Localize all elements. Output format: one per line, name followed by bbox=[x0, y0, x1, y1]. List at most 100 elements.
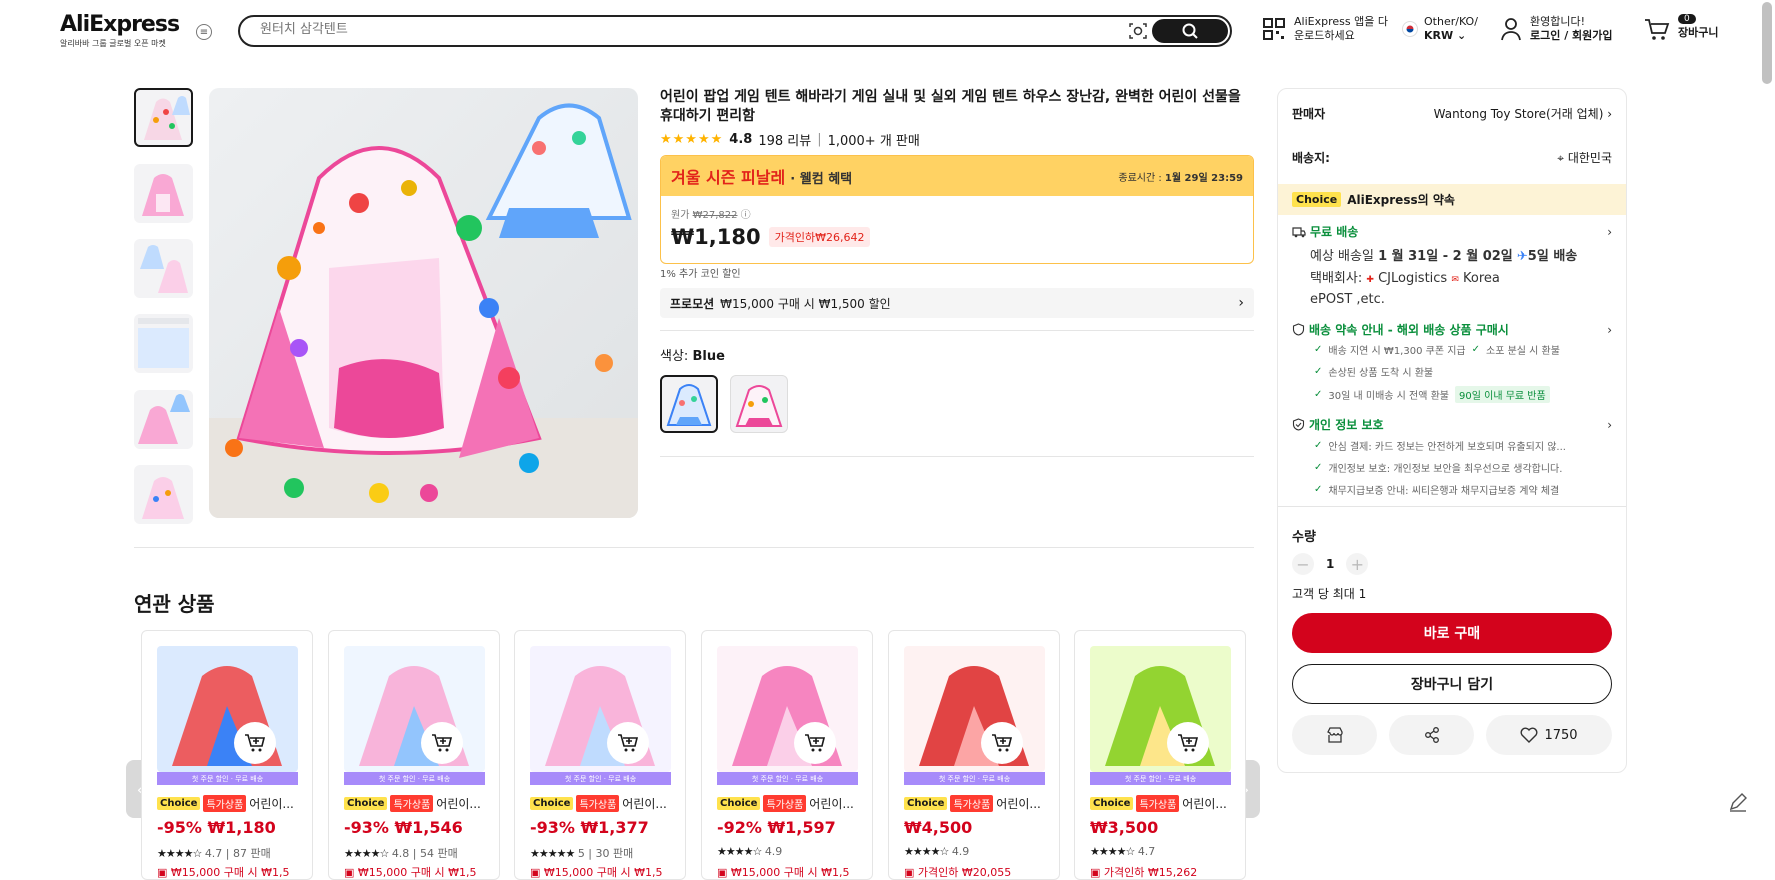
related-product-name: 어린이... bbox=[996, 797, 1041, 811]
seller-row[interactable]: 판매자 Wantong Toy Store(거래 업체) › bbox=[1292, 105, 1612, 122]
related-product-image[interactable] bbox=[530, 646, 671, 772]
first-order-strip: 첫 주문 할인 · 무료 배송 bbox=[157, 772, 298, 785]
choice-tag: Choice bbox=[1090, 797, 1134, 810]
lang-line1: Other/KO/ bbox=[1424, 15, 1478, 28]
cj-icon: ✚ bbox=[1366, 275, 1374, 285]
add-to-cart-icon[interactable] bbox=[1167, 722, 1209, 764]
promo-tag-icon: ▣ bbox=[1090, 866, 1101, 879]
search-input[interactable] bbox=[260, 22, 1140, 37]
wishlist-button[interactable]: 1750 bbox=[1486, 715, 1612, 755]
language-currency-selector[interactable]: Other/KO/KRW ⌄ bbox=[1402, 15, 1478, 43]
feedback-button[interactable] bbox=[1726, 790, 1750, 814]
decrease-button[interactable]: − bbox=[1292, 553, 1314, 575]
add-to-cart-icon[interactable] bbox=[607, 722, 649, 764]
add-to-cart-icon[interactable] bbox=[234, 722, 276, 764]
related-product-card[interactable]: 첫 주문 할인 · 무료 배송 Choice 특가상품 어린이... -92% ₩1,5… bbox=[701, 630, 873, 880]
cart-label: 장바구니 bbox=[1678, 26, 1719, 39]
free-shipping-row[interactable]: 무료 배송 › bbox=[1292, 223, 1612, 240]
quantity-limit: 고객 당 최대 1 bbox=[1292, 587, 1367, 601]
related-product-rating: ★★★★☆ 4.9 bbox=[717, 845, 783, 858]
special-deal-tag: 특가상품 bbox=[763, 795, 807, 812]
ship-to-value[interactable]: ⌖ 대한민국 bbox=[1557, 149, 1612, 166]
ship-to-row[interactable]: 배송지: ⌖ 대한민국 bbox=[1292, 149, 1612, 166]
related-product-card[interactable]: 첫 주문 할인 · 무료 배송 Choice 특가상품 어린이... ₩3,500 ★★★… bbox=[1074, 630, 1246, 880]
gallery-thumbnail[interactable] bbox=[134, 164, 193, 223]
chevron-right-icon: › bbox=[1607, 322, 1612, 337]
related-product-image[interactable] bbox=[904, 646, 1045, 772]
share-icon bbox=[1424, 727, 1439, 743]
login-link[interactable]: 로그인 / 회원가입 bbox=[1530, 29, 1613, 43]
privacy-item: ✓ 채무지급보증 안내: 씨티은행과 채무지급보증 계약 체결 bbox=[1314, 484, 1560, 497]
related-product-card[interactable]: 첫 주문 할인 · 무료 배송 Choice 특가상품 어린이... -95% ₩1,1… bbox=[141, 630, 313, 880]
related-product-image[interactable] bbox=[157, 646, 298, 772]
choice-tag: Choice bbox=[1292, 192, 1342, 207]
related-product-image[interactable] bbox=[717, 646, 858, 772]
related-product-title[interactable]: Choice 특가상품 어린이... bbox=[904, 795, 1054, 812]
promotion-row[interactable]: 프로모션 ₩15,000 구매 시 ₩1,500 할인 › bbox=[660, 288, 1254, 318]
buy-now-button[interactable]: 바로 구매 bbox=[1292, 613, 1612, 653]
store-button[interactable] bbox=[1292, 715, 1377, 755]
add-to-cart-icon[interactable] bbox=[794, 722, 836, 764]
gallery-thumbnail[interactable] bbox=[134, 314, 193, 373]
gallery-thumbnail[interactable] bbox=[134, 390, 193, 449]
related-product-card[interactable]: 첫 주문 할인 · 무료 배송 Choice 특가상품 어린이... ₩4,500 ★★★… bbox=[888, 630, 1060, 880]
related-product-image[interactable] bbox=[344, 646, 485, 772]
quantity-stepper[interactable]: − 1 + bbox=[1292, 553, 1369, 575]
share-button[interactable] bbox=[1389, 715, 1474, 755]
seller-label: 판매자 bbox=[1292, 107, 1326, 121]
related-product-title[interactable]: Choice 특가상품 어린이... bbox=[344, 795, 494, 812]
product-rating[interactable]: ★★★★★ 4.8 198 리뷰 | 1,000+ 개 판매 bbox=[660, 130, 920, 149]
related-product-price: -92% ₩1,597 bbox=[717, 818, 836, 837]
gallery-thumbnail[interactable] bbox=[134, 239, 193, 298]
account-menu[interactable]: 환영합니다! 로그인 / 회원가입 bbox=[1500, 15, 1613, 43]
related-product-promo: ▣ ₩15,000 구매 시 ₩1,5 bbox=[530, 866, 663, 879]
user-icon bbox=[1501, 18, 1521, 41]
product-main-image[interactable] bbox=[209, 88, 638, 518]
seller-name[interactable]: Wantong Toy Store(거래 업체) › bbox=[1434, 105, 1612, 122]
page-scrollbar[interactable] bbox=[1762, 2, 1772, 84]
related-product-name: 어린이... bbox=[622, 797, 667, 811]
add-to-cart-icon[interactable] bbox=[981, 722, 1023, 764]
image-search-icon[interactable] bbox=[1128, 22, 1148, 40]
promotion-label: 프로모션 bbox=[670, 296, 715, 311]
shield-check-icon bbox=[1292, 418, 1305, 431]
search-icon bbox=[1182, 23, 1198, 39]
special-deal-tag: 특가상품 bbox=[1136, 795, 1180, 812]
review-count[interactable]: 198 리뷰 bbox=[758, 130, 811, 149]
color-swatch-pink[interactable] bbox=[730, 375, 788, 433]
info-icon[interactable]: ⓘ bbox=[741, 210, 751, 221]
app-line2: 운로드하세요 bbox=[1294, 29, 1355, 42]
related-product-title[interactable]: Choice 특가상품 어린이... bbox=[157, 795, 307, 812]
quantity-value[interactable]: 1 bbox=[1326, 557, 1334, 571]
related-product-title[interactable]: Choice 특가상품 어린이... bbox=[530, 795, 680, 812]
free-return-tag: 90일 이내 무료 반품 bbox=[1455, 386, 1550, 403]
related-product-card[interactable]: 첫 주문 할인 · 무료 배송 Choice 특가상품 어린이... -93% ₩1,5… bbox=[328, 630, 500, 880]
privacy-row[interactable]: 개인 정보 보호 › bbox=[1292, 416, 1612, 433]
chevron-right-icon: › bbox=[1607, 224, 1612, 239]
color-swatch-blue[interactable] bbox=[660, 375, 718, 433]
chevron-right-icon: › bbox=[1238, 295, 1244, 311]
add-to-cart-button[interactable]: 장바구니 담기 bbox=[1292, 664, 1612, 704]
promise-item: ✓ 손상된 상품 도착 시 환불 bbox=[1314, 366, 1434, 379]
add-to-cart-icon[interactable] bbox=[421, 722, 463, 764]
increase-button[interactable]: + bbox=[1346, 553, 1369, 575]
first-order-strip: 첫 주문 할인 · 무료 배송 bbox=[717, 772, 858, 785]
shield-check-icon bbox=[1292, 323, 1305, 336]
aliexpress-logo[interactable]: AliExpress 알리바바 그룹 글로벌 오픈 마켓 bbox=[60, 12, 180, 49]
gallery-thumbnail[interactable] bbox=[134, 88, 193, 147]
delivery-promise-row[interactable]: 배송 약속 안내 - 해외 배송 상품 구매시 › bbox=[1292, 321, 1612, 338]
sale-subtitle: · 웰컴 혜택 bbox=[790, 172, 853, 187]
related-product-card[interactable]: 첫 주문 할인 · 무료 배송 Choice 특가상품 어린이... -93% ₩1,3… bbox=[514, 630, 686, 880]
logo-text: AliExpress bbox=[60, 12, 180, 37]
related-product-title[interactable]: Choice 특가상품 어린이... bbox=[1090, 795, 1240, 812]
menu-icon[interactable]: ≡ bbox=[196, 24, 212, 40]
app-download[interactable]: AliExpress 앱을 다 운로드하세요 bbox=[1262, 15, 1388, 43]
cart-link[interactable]: 0 장바구니 bbox=[1644, 14, 1718, 40]
gallery-thumbnail[interactable] bbox=[134, 465, 193, 524]
related-product-image[interactable] bbox=[1090, 646, 1231, 772]
search-bar[interactable] bbox=[238, 15, 1232, 47]
rating-value: 4.8 bbox=[729, 132, 753, 147]
search-button[interactable] bbox=[1152, 19, 1228, 43]
related-product-title[interactable]: Choice 특가상품 어린이... bbox=[717, 795, 867, 812]
plane-icon: ✈ bbox=[1516, 249, 1528, 264]
